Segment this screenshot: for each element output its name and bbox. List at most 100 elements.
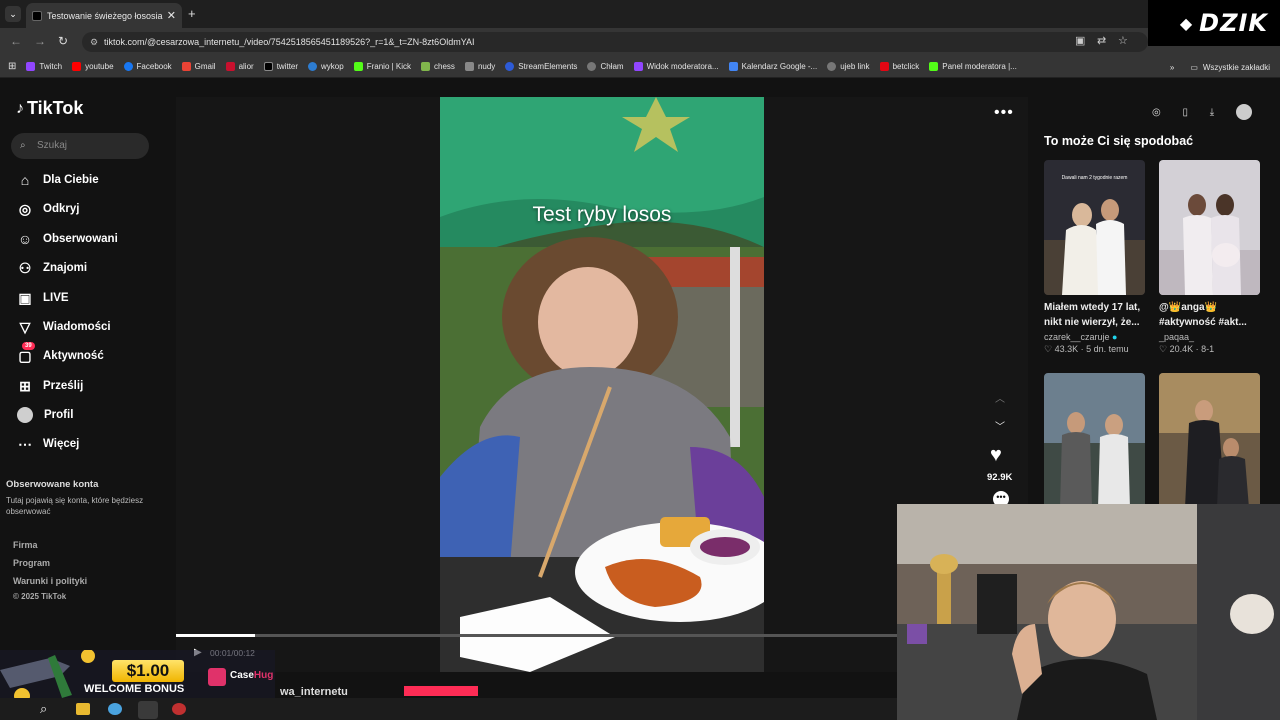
phone-icon[interactable]: ▯ [1183,107,1189,118]
new-tab-button[interactable]: + [188,6,196,21]
bookmark-betclick[interactable]: betclick [879,62,919,71]
bookmark-panel-moderatora[interactable]: Panel moderatora |... [929,62,1017,71]
nav-more[interactable]: ⋯ Więcej [16,434,79,454]
bookmark-twitter[interactable]: twitter [263,62,298,71]
download-icon[interactable]: ⤓ [1210,107,1214,118]
bookmark-widok-moderatora[interactable]: Widok moderatora... [633,62,719,71]
gmail-icon [181,62,191,71]
bookmark-chlam[interactable]: Chłam [587,62,624,71]
followed-accounts-text: Tutaj pojawią się konta, które będziesz … [6,496,144,516]
followed-accounts-heading: Obserwowane konta [6,479,99,490]
bookmark-wykop[interactable]: wykop [308,62,344,71]
video-thumbnail [1159,373,1260,508]
back-arrow-icon[interactable]: ← [10,34,22,48]
bookmark-twitch[interactable]: Twitch [26,62,62,71]
app-icon[interactable] [108,703,122,715]
forward-arrow-icon[interactable]: → [34,34,46,48]
nav-messages[interactable]: ▽ Wiadomości [16,317,111,337]
nav-profile[interactable]: Profil [16,405,73,425]
file-explorer-icon[interactable] [76,703,90,715]
promo-text: WELCOME BONUS [84,683,185,695]
video-player[interactable] [440,97,764,672]
bookmark-ujeb-link[interactable]: ujeb link [827,62,870,71]
coin-icon[interactable]: ◎ [1152,107,1161,118]
nav-following[interactable]: ☺ Obserwowani [16,229,118,249]
footer-company[interactable]: Firma [13,540,38,550]
search-input[interactable]: ⌕ Szukaj [11,133,149,159]
bookmark-chess[interactable]: chess [421,62,455,71]
footer-terms[interactable]: Warunki i polityki [13,576,87,586]
card-stats: ♡ 20.4K · 8-1 [1159,344,1215,354]
nav-upload[interactable]: ⊞ Prześlij [16,376,83,396]
previous-video-icon[interactable]: ︿ [995,390,1005,405]
nav-for-you[interactable]: ⌂ Dla Ciebie [16,170,99,190]
recommended-video-card[interactable] [1044,373,1145,508]
next-video-icon[interactable]: ﹀ [995,418,1005,433]
boar-icon: ◆ [1179,13,1194,33]
activity-icon: ▢ 39 [16,341,35,365]
bookmark-alior[interactable]: alior [225,62,254,71]
alior-icon [225,62,235,71]
tiktok-logo[interactable]: ♪ TikTok [16,98,83,119]
nav-friends[interactable]: ⚇ Znajomi [16,258,87,278]
globe-icon [587,62,597,71]
browser-tab-active[interactable]: Testowanie świeżego łososia z ✕ [26,3,182,28]
streamer-webcam [897,504,1280,720]
reload-icon[interactable]: ↻ [58,34,68,48]
bookmark-star-icon[interactable]: ☆ [1118,34,1128,47]
card-user: czarek__czaruje ● [1044,332,1118,342]
nav-live[interactable]: ▣ LIVE [16,288,68,308]
card-title: @👑anga👑 #aktywność #akt... [1159,302,1247,328]
tab-title: Testowanie świeżego łososia z [47,10,163,21]
calendar-icon [728,62,738,71]
footer-program[interactable]: Program [13,558,50,568]
site-info-icon[interactable]: ⚙ [90,32,98,52]
bookmark-youtube[interactable]: youtube [72,62,114,71]
promo-amount: $1.00 [112,660,184,682]
close-tab-icon[interactable]: ✕ [167,9,176,22]
bookmark-kalendarz[interactable]: Kalendarz Google -... [728,62,817,71]
user-avatar[interactable] [1235,104,1252,120]
all-bookmarks[interactable]: » ▭ Wszystkie zakładki [1170,56,1270,78]
video-progress-track[interactable] [176,634,898,637]
install-app-icon[interactable]: ▣ [1075,34,1085,47]
search-icon[interactable]: ⌕ [40,701,47,717]
recommended-video-card[interactable]: @👑anga👑 #aktywność #akt... _paqaa_ ♡ 20.… [1159,160,1260,355]
betclick-icon [879,62,889,71]
bookmark-kick[interactable]: Franio | Kick [353,62,411,71]
more-options-icon[interactable]: ••• [994,104,1014,122]
thumbnail-text: Dawali nam 2 tygodnie razem [1061,175,1128,181]
card-title: Miałem wtedy 17 lat, nikt nie wierzył, ż… [1044,302,1141,328]
bookmark-gmail[interactable]: Gmail [181,62,216,71]
more-dots-icon: ⋯ [18,435,32,452]
follow-button[interactable] [404,686,478,696]
app-icon[interactable] [172,703,186,715]
like-count: 92.9K [987,472,1013,483]
url-field[interactable]: ⚙ tiktok.com/@cesarzowa_internetu_/video… [82,32,1148,52]
compass-icon: ◎ [18,200,32,217]
chrome-icon[interactable] [138,701,158,719]
chevron-right-icon[interactable]: » [1170,63,1174,72]
verified-badge-icon: ● [1112,332,1118,342]
promo-brand: CaseHug [230,670,274,681]
kick-icon [353,62,363,71]
search-icon: ⌕ [20,140,26,151]
recommended-video-card[interactable] [1159,373,1260,508]
facebook-icon [123,62,133,71]
video-author[interactable]: wa_internetu [280,686,348,698]
translate-icon[interactable]: ⇄ [1097,34,1106,47]
chess-pawn-icon [421,62,431,71]
send-icon: ▽ [19,318,31,335]
bookmark-nudy[interactable]: nudy [464,62,495,71]
nav-activity[interactable]: ▢ 39 Aktywność [16,341,104,366]
windows-taskbar: ⌕ [0,698,897,720]
bookmark-streamelements[interactable]: StreamElements [505,62,577,71]
nav-explore[interactable]: ◎ Odkryj [16,199,80,219]
video-caption: Test ryby losos [532,203,672,226]
folder-icon [464,62,474,71]
recommended-video-card[interactable]: Dawali nam 2 tygodnie razem Miałem wtedy… [1044,160,1145,355]
bookmark-facebook[interactable]: Facebook [123,62,172,71]
like-heart-icon[interactable]: ♥ [990,444,1002,467]
tab-search-button[interactable]: ⌄ [5,6,21,22]
apps-grid-icon[interactable]: ⊞ [8,61,16,72]
